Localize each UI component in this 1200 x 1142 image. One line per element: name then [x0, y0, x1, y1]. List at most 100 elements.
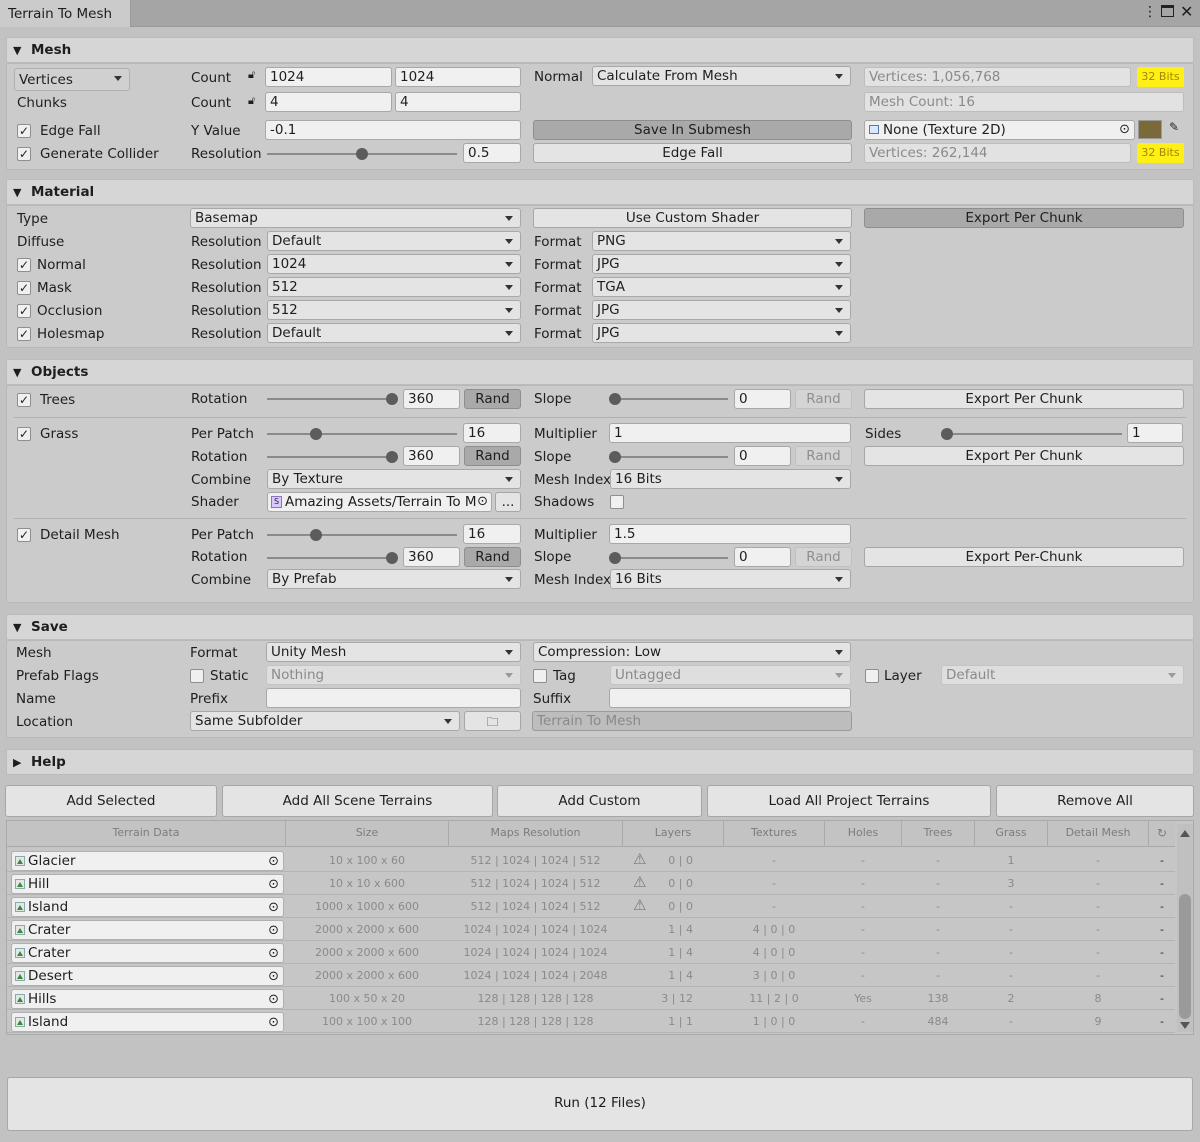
layer-dropdown[interactable]: Default: [941, 665, 1184, 685]
resolution-slider-knob[interactable]: [356, 148, 368, 160]
column-header-trees[interactable]: Trees: [902, 826, 974, 839]
object-picker-icon[interactable]: ⊙: [477, 494, 488, 509]
holesmap-checkbox[interactable]: ✓: [17, 327, 31, 341]
column-header-detail-mesh[interactable]: Detail Mesh: [1048, 826, 1148, 839]
grass-slope-field[interactable]: 0: [734, 446, 791, 466]
trees-slope-knob[interactable]: [609, 393, 621, 405]
tab-terrain-to-mesh[interactable]: Terrain To Mesh: [0, 0, 131, 27]
terrain-data-field[interactable]: Glacier ⊙: [11, 851, 284, 871]
layer-checkbox[interactable]: [865, 669, 879, 683]
diffuse-format-dropdown[interactable]: PNG: [592, 231, 851, 251]
grass-per-patch-field[interactable]: 16: [463, 423, 521, 443]
table-row[interactable]: Island ⊙ ⚠ 1000 x 1000 x 600 512 | 1024 | 10…: [7, 895, 1175, 918]
folder-browse-button[interactable]: 🗀: [464, 711, 521, 731]
occlusion-resolution-dropdown[interactable]: 512: [267, 300, 521, 320]
column-header-grass[interactable]: Grass: [975, 826, 1047, 839]
column-header-size[interactable]: Size: [286, 826, 448, 839]
table-row[interactable]: Glacier ⊙ ⚠ 10 x 100 x 60 512 | 1024 | 1024 …: [7, 849, 1175, 872]
grass-mesh-index-dropdown[interactable]: 16 Bits: [610, 469, 851, 489]
add-selected-button[interactable]: Add Selected: [5, 785, 217, 817]
suffix-field[interactable]: [609, 688, 851, 708]
detail-multiplier-field[interactable]: 1.5: [609, 524, 851, 544]
objects-section-header[interactable]: ▼ Objects: [6, 359, 1194, 385]
grass-rotation-slider[interactable]: [267, 456, 395, 458]
sides-slider[interactable]: [944, 433, 1122, 435]
grass-shader-field[interactable]: S Amazing Assets/Terrain To M ⊙: [267, 492, 492, 512]
static-flags-dropdown[interactable]: Nothing: [266, 665, 521, 685]
resolution-field[interactable]: 0.5: [463, 143, 521, 163]
normal-resolution-dropdown[interactable]: 1024: [267, 254, 521, 274]
mesh-section-header[interactable]: ▼ Mesh: [6, 37, 1194, 63]
edge-fall-button[interactable]: Edge Fall: [533, 143, 852, 163]
object-picker-icon[interactable]: ⊙: [268, 1015, 279, 1030]
object-picker-icon[interactable]: ⊙: [268, 923, 279, 938]
grass-slope-slider[interactable]: [612, 456, 728, 458]
detail-slope-slider[interactable]: [612, 557, 728, 559]
grass-checkbox[interactable]: ✓: [17, 427, 31, 441]
terrain-data-field[interactable]: Island ⊙: [11, 897, 284, 917]
close-icon[interactable]: ✕: [1180, 2, 1193, 21]
object-picker-icon[interactable]: ⊙: [268, 900, 279, 915]
object-picker-icon[interactable]: ⊙: [268, 992, 279, 1007]
grass-rotation-knob[interactable]: [386, 451, 398, 463]
scroll-down-icon[interactable]: [1180, 1022, 1190, 1029]
detail-rand-button[interactable]: Rand: [464, 547, 521, 567]
chunk-count-x-field[interactable]: 4: [265, 92, 392, 112]
detail-rotation-field[interactable]: 360: [403, 547, 460, 567]
prefix-field[interactable]: [266, 688, 521, 708]
save-section-header[interactable]: ▼ Save: [6, 614, 1194, 640]
maximize-icon[interactable]: [1161, 5, 1174, 17]
detail-per-patch-knob[interactable]: [310, 529, 322, 541]
grass-slope-rand-button[interactable]: Rand: [795, 446, 852, 466]
mask-checkbox[interactable]: ✓: [17, 281, 31, 295]
grass-per-patch-slider[interactable]: [267, 433, 457, 435]
sides-knob[interactable]: [941, 428, 953, 440]
terrain-data-field[interactable]: Hills ⊙: [11, 989, 284, 1009]
grass-rotation-field[interactable]: 360: [403, 446, 460, 466]
grass-multiplier-field[interactable]: 1: [609, 423, 851, 443]
detail-combine-dropdown[interactable]: By Prefab: [267, 569, 521, 589]
detail-slope-knob[interactable]: [609, 552, 621, 564]
trees-slope-slider[interactable]: [612, 398, 728, 400]
normal-dropdown[interactable]: Calculate From Mesh: [592, 66, 851, 86]
trees-checkbox[interactable]: ✓: [17, 393, 31, 407]
material-section-header[interactable]: ▼ Material: [6, 179, 1194, 205]
color-swatch[interactable]: [1138, 120, 1162, 139]
detail-mesh-index-dropdown[interactable]: 16 Bits: [610, 569, 851, 589]
edge-fall-checkbox[interactable]: ✓: [17, 124, 31, 138]
grass-combine-dropdown[interactable]: By Texture: [267, 469, 521, 489]
grass-rand-button[interactable]: Rand: [464, 446, 521, 466]
trees-rand-button[interactable]: Rand: [464, 389, 521, 409]
vertex-count-x-field[interactable]: 1024: [265, 67, 392, 87]
detail-slope-rand-button[interactable]: Rand: [795, 547, 852, 567]
occlusion-format-dropdown[interactable]: JPG: [592, 300, 851, 320]
mask-format-dropdown[interactable]: TGA: [592, 277, 851, 297]
scrollbar-thumb[interactable]: [1179, 894, 1191, 1019]
table-row[interactable]: Island ⊙ 100 x 100 x 100 128 | 128 | 128 | …: [7, 1010, 1175, 1033]
column-header-holes[interactable]: Holes: [825, 826, 901, 839]
table-row[interactable]: Crater ⊙ 2000 x 2000 x 600 1024 | 1024 | 10…: [7, 918, 1175, 941]
sides-field[interactable]: 1: [1127, 423, 1183, 443]
shadows-checkbox[interactable]: [610, 495, 624, 509]
tag-checkbox[interactable]: [533, 669, 547, 683]
mask-resolution-dropdown[interactable]: 512: [267, 277, 521, 297]
refresh-icon[interactable]: ↻: [1149, 826, 1175, 840]
load-all-project-terrains-button[interactable]: Load All Project Terrains: [707, 785, 991, 817]
detail-rotation-knob[interactable]: [386, 552, 398, 564]
terrain-data-field[interactable]: Crater ⊙: [11, 920, 284, 940]
terrain-data-field[interactable]: Desert ⊙: [11, 966, 284, 986]
detail-mesh-checkbox[interactable]: ✓: [17, 528, 31, 542]
column-header-textures[interactable]: Textures: [724, 826, 824, 839]
add-all-scene-terrains-button[interactable]: Add All Scene Terrains: [222, 785, 493, 817]
detail-per-patch-field[interactable]: 16: [463, 524, 521, 544]
trees-rotation-field[interactable]: 360: [403, 389, 460, 409]
table-row[interactable]: Hills ⊙ 100 x 50 x 20 128 | 128 | 128 | 128…: [7, 987, 1175, 1010]
detail-slope-field[interactable]: 0: [734, 547, 791, 567]
terrain-data-field[interactable]: Hill ⊙: [11, 874, 284, 894]
column-header-terrain-data[interactable]: Terrain Data: [7, 826, 285, 839]
column-header-layers[interactable]: Layers: [623, 826, 723, 839]
terrain-data-field[interactable]: Crater ⊙: [11, 943, 284, 963]
grass-slope-knob[interactable]: [609, 451, 621, 463]
vertex-count-y-field[interactable]: 1024: [395, 67, 521, 87]
detail-per-patch-slider[interactable]: [267, 534, 457, 536]
